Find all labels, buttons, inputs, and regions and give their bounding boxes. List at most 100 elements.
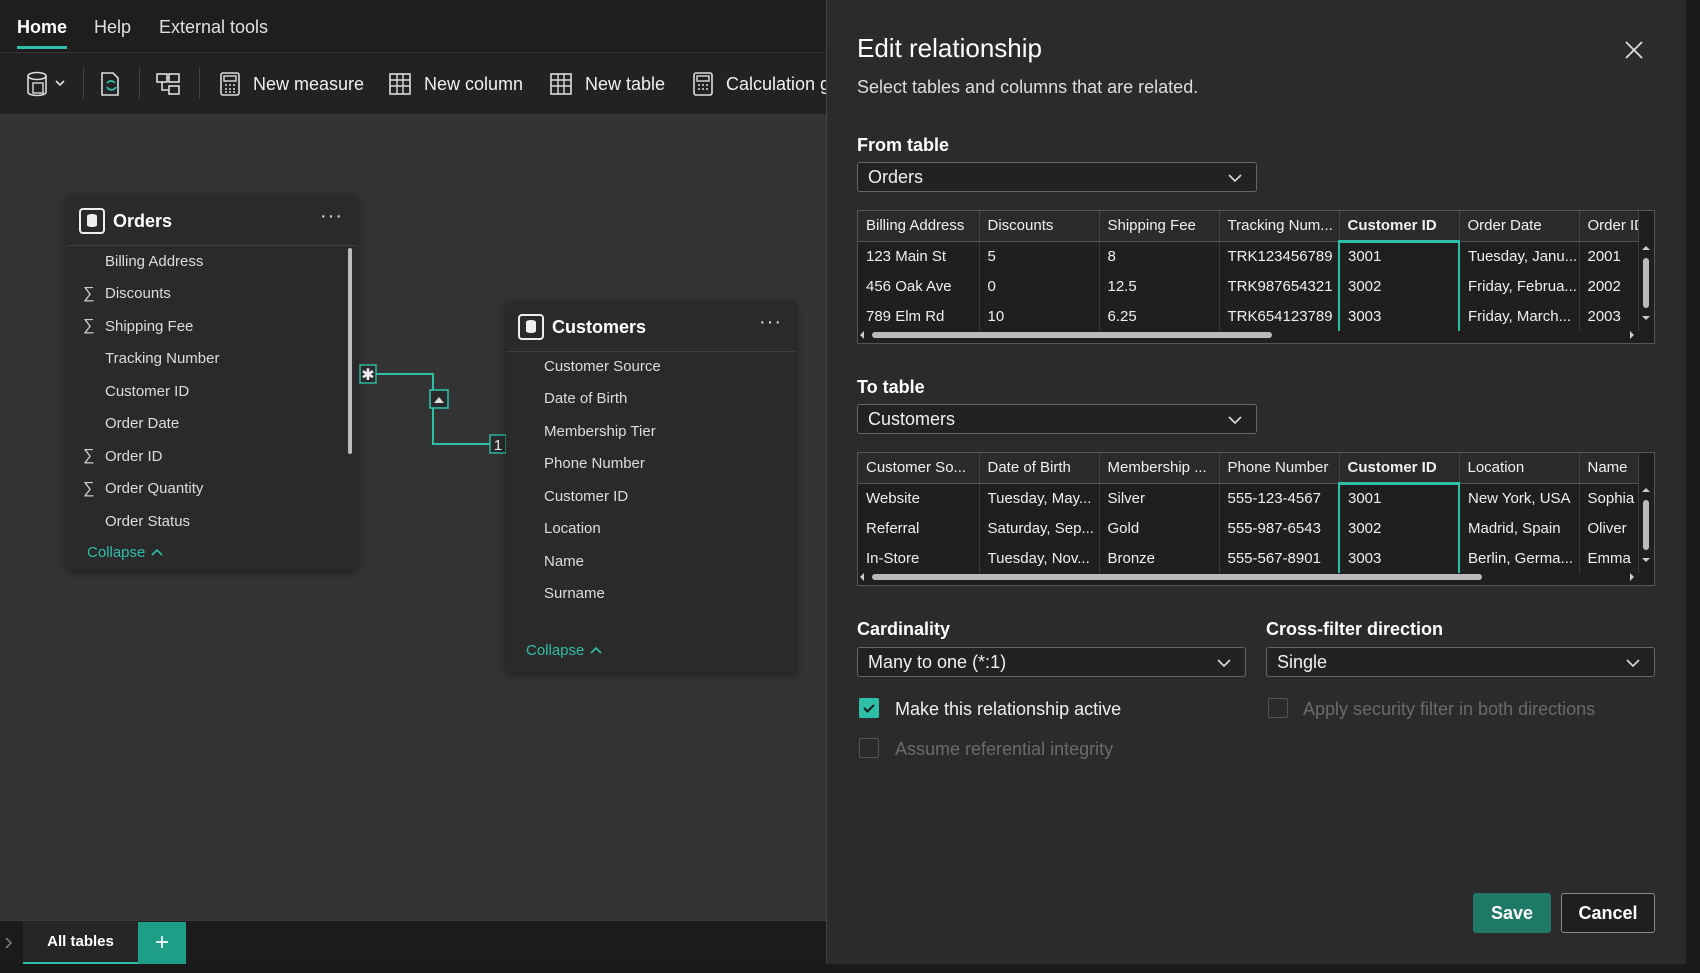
relationship-line[interactable]: ✱ 1: [355, 364, 515, 514]
field-label: Name: [544, 552, 585, 570]
manage-relationships-button[interactable]: [155, 69, 193, 99]
field-row[interactable]: Name: [506, 546, 776, 576]
table-cell: Friday, Februa...: [1459, 271, 1580, 301]
orders-table-card[interactable]: Orders ··· Billing Address ∑ Discounts ∑ Shi…: [67, 196, 357, 570]
field-row[interactable]: ∑ Order ID: [67, 441, 337, 471]
many-marker: ✱: [361, 367, 374, 384]
field-row[interactable]: Location: [506, 514, 776, 544]
caret-right-icon[interactable]: [5, 937, 13, 949]
cardinality-dropdown[interactable]: Many to one (*:1): [857, 647, 1246, 677]
table-db-icon: [79, 208, 105, 234]
scrollbar[interactable]: [348, 248, 352, 454]
apply-security-checkbox[interactable]: [1268, 698, 1288, 718]
field-label: Order Quantity: [105, 480, 204, 497]
menu-bar: Home Help External tools: [0, 0, 826, 52]
cardinality-value: Many to one (*:1): [868, 651, 1007, 672]
field-row[interactable]: Customer ID: [67, 376, 337, 406]
column-header[interactable]: Name: [1579, 453, 1639, 484]
customers-table-card[interactable]: Customers ··· Customer Source Date of Bir…: [506, 302, 796, 672]
column-header[interactable]: Shipping Fee: [1099, 211, 1220, 242]
column-header[interactable]: Tracking Num...: [1219, 211, 1340, 242]
horizontal-scrollbar[interactable]: [858, 329, 1640, 341]
field-row[interactable]: Phone Number: [506, 449, 776, 479]
refresh-button[interactable]: [98, 69, 136, 99]
column-header[interactable]: Date of Birth: [979, 453, 1100, 484]
new-column-button[interactable]: New column: [388, 69, 523, 99]
data-source-button[interactable]: [26, 69, 78, 99]
field-row[interactable]: Order Status: [67, 506, 337, 536]
table-cell: 3002: [1338, 513, 1460, 543]
calculation-group-button[interactable]: Calculation g: [692, 69, 826, 99]
make-active-label: Make this relationship active: [895, 699, 1122, 719]
vertical-scrollbar[interactable]: [1640, 486, 1652, 566]
field-row[interactable]: Date of Birth: [506, 384, 776, 414]
field-row[interactable]: Order Date: [67, 409, 337, 439]
page-scrollbar[interactable]: [1686, 0, 1700, 964]
table-row: 789 Elm Rd 10 6.25 TRK654123789 3003 Friday, …: [858, 301, 1639, 331]
column-header[interactable]: Customer So...: [858, 453, 980, 484]
table-cell: 3001: [1338, 241, 1460, 271]
field-row[interactable]: ∑ Order Quantity: [67, 474, 337, 504]
table-cell: 12.5: [1099, 271, 1220, 301]
field-row[interactable]: Surname: [506, 579, 776, 609]
tab-home[interactable]: Home: [17, 17, 68, 49]
make-active-checkbox[interactable]: [859, 698, 879, 718]
collapse-label: Collapse: [526, 642, 585, 659]
field-row[interactable]: ∑ Discounts: [67, 279, 337, 309]
cancel-button[interactable]: Cancel: [1561, 893, 1655, 933]
tab-all-tables[interactable]: All tables: [23, 921, 138, 965]
from-table-dropdown[interactable]: Orders: [857, 162, 1257, 192]
chevron-down-icon: [1228, 174, 1242, 183]
column-header[interactable]: Order ID: [1579, 211, 1639, 242]
column-header[interactable]: Billing Address: [858, 211, 980, 242]
field-row[interactable]: Billing Address: [67, 246, 337, 276]
cardinality-label: Cardinality: [857, 619, 951, 639]
diagram-canvas[interactable]: Orders ··· Billing Address ∑ Discounts ∑ Shi…: [0, 114, 826, 920]
column-header[interactable]: Location: [1459, 453, 1580, 484]
table-cell: Berlin, Germa...: [1459, 543, 1580, 573]
field-label: Date of Birth: [544, 390, 628, 407]
customers-collapse-button[interactable]: Collapse: [526, 642, 603, 659]
field-row[interactable]: ∑ Shipping Fee: [67, 311, 337, 341]
cross-filter-dropdown[interactable]: Single: [1266, 647, 1655, 677]
column-header[interactable]: Customer ID: [1339, 211, 1460, 243]
new-measure-button[interactable]: New measure: [219, 69, 364, 99]
field-label: Billing Address: [105, 252, 204, 270]
column-header[interactable]: Phone Number: [1219, 453, 1340, 484]
new-measure-label: New measure: [253, 73, 365, 94]
to-table-dropdown[interactable]: Customers: [857, 404, 1257, 434]
field-row[interactable]: Tracking Number: [67, 344, 337, 374]
from-table-preview[interactable]: Billing Address Discounts Shipping Fee Trac…: [857, 210, 1655, 344]
more-options-icon[interactable]: ···: [759, 311, 782, 334]
save-button[interactable]: Save: [1473, 893, 1551, 933]
field-row[interactable]: Membership Tier: [506, 416, 776, 446]
column-header[interactable]: Customer ID: [1339, 453, 1460, 485]
checkmark-icon: [863, 704, 875, 713]
field-label: Customer ID: [544, 487, 629, 505]
cross-filter-value: Single: [1277, 651, 1328, 672]
field-row[interactable]: Customer ID: [506, 481, 776, 511]
field-label: Phone Number: [544, 455, 645, 472]
add-layout-button[interactable]: +: [138, 922, 186, 964]
referential-integrity-checkbox[interactable]: [859, 738, 879, 758]
close-icon[interactable]: [1622, 38, 1646, 62]
cross-filter-label: Cross-filter direction: [1266, 619, 1444, 639]
column-header[interactable]: Membership ...: [1099, 453, 1220, 484]
tab-external-tools[interactable]: External tools: [159, 17, 268, 38]
field-label: Surname: [544, 585, 605, 602]
chevron-down-icon: [1217, 659, 1231, 668]
vertical-scrollbar[interactable]: [1640, 244, 1652, 324]
table-cell: 2001: [1579, 241, 1639, 271]
column-header[interactable]: Order Date: [1459, 211, 1580, 242]
horizontal-scrollbar[interactable]: [858, 571, 1640, 583]
tab-help[interactable]: Help: [94, 17, 131, 38]
column-header[interactable]: Discounts: [979, 211, 1100, 242]
to-table-preview[interactable]: Customer So... Date of Birth Membership ..…: [857, 452, 1655, 586]
orders-collapse-button[interactable]: Collapse: [87, 544, 164, 561]
field-row[interactable]: Customer Source: [506, 351, 776, 381]
from-table-label: From table: [857, 135, 950, 155]
new-table-button[interactable]: New table: [549, 69, 665, 99]
sigma-icon: ∑: [83, 284, 95, 302]
more-options-icon[interactable]: ···: [320, 205, 343, 228]
sigma-icon: ∑: [83, 479, 95, 497]
